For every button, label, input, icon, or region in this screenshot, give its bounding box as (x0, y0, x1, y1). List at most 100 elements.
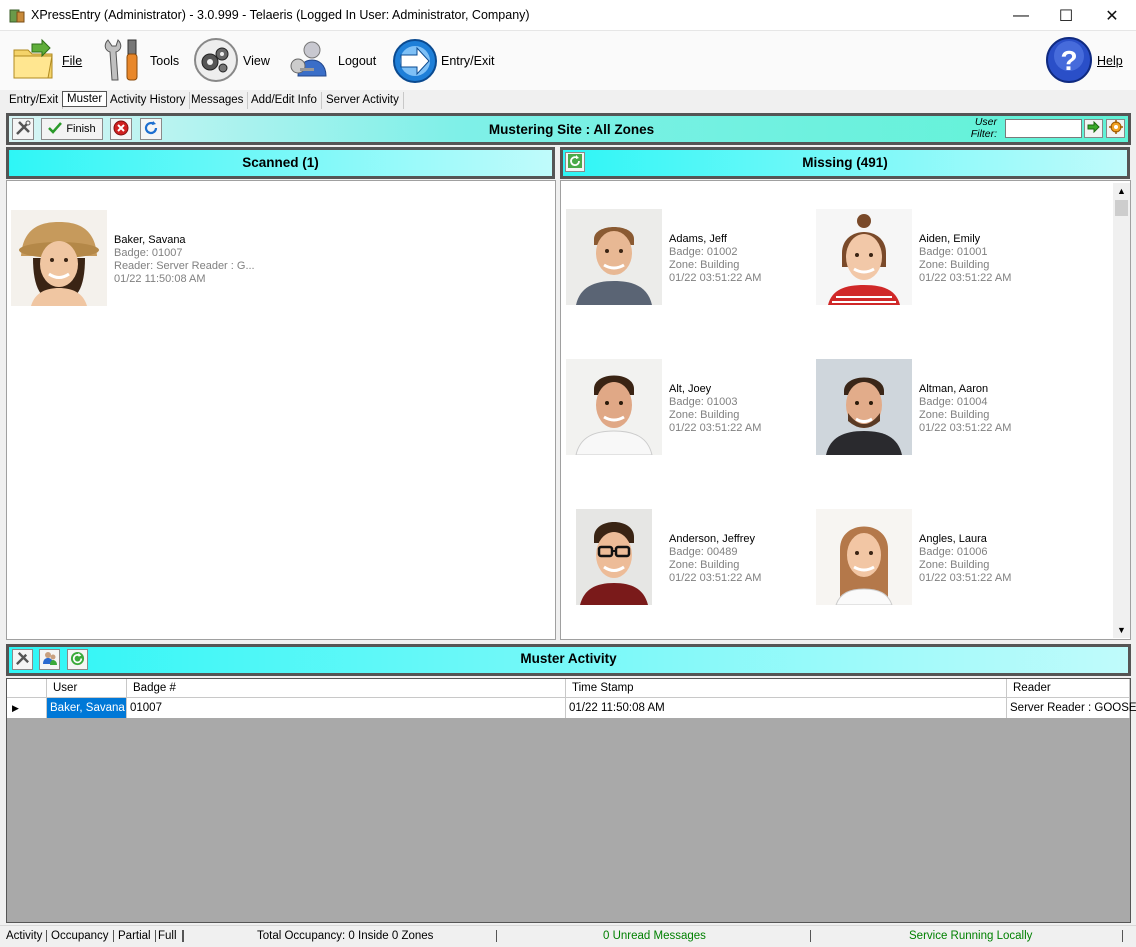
row-selector-arrow-icon[interactable]: ▶ (7, 698, 47, 718)
entry-arrow-icon (391, 35, 439, 88)
person-badge: Badge: 01002 (669, 246, 738, 258)
status-occupancy: Total Occupancy: 0 Inside 0 Zones (257, 930, 434, 942)
cell-timestamp[interactable]: 01/22 11:50:08 AM (566, 698, 1007, 718)
orange-gear-icon (1108, 120, 1123, 137)
person-timestamp: 01/22 03:51:22 AM (669, 422, 762, 434)
status-tab-full[interactable]: Full (158, 930, 183, 942)
entry-exit-button[interactable]: Entry/Exit (391, 35, 495, 87)
missing-person-card[interactable]: Angles, Laura Badge: 01006 Zone: Buildin… (816, 509, 1066, 609)
person-zone: Zone: Building (919, 409, 990, 421)
scroll-up-arrow-icon[interactable]: ▲ (1113, 183, 1130, 199)
green-arrow-icon (1087, 120, 1100, 136)
status-tab-activity[interactable]: Activity (6, 930, 48, 942)
green-refresh-icon (70, 651, 85, 669)
status-bar: Activity Occupancy Partial Full Total Oc… (0, 925, 1136, 947)
clear-filter-button[interactable] (1106, 119, 1125, 138)
cell-reader[interactable]: Server Reader : GOOSE (1007, 698, 1136, 718)
row-header-corner (7, 679, 47, 698)
finish-button[interactable]: Finish (41, 118, 103, 140)
window-title: XPressEntry (Administrator) - 3.0.999 - … (31, 8, 530, 22)
help-icon: ? (1045, 36, 1093, 87)
help-button[interactable]: ? Help (1045, 35, 1123, 87)
person-badge: Badge: 01003 (669, 396, 738, 408)
person-name: Altman, Aaron (919, 383, 989, 395)
logout-button[interactable]: Logout (286, 35, 376, 87)
minimize-button[interactable]: — (998, 0, 1044, 31)
missing-title: Missing (491) (802, 155, 888, 170)
logout-label: Logout (338, 54, 377, 68)
status-tab-occupancy[interactable]: Occupancy (51, 930, 114, 942)
user-logout-icon (286, 36, 334, 87)
person-badge: Badge: 01001 (919, 246, 988, 258)
person-photo (816, 359, 912, 455)
scanned-person-card[interactable]: Baker, Savana Badge: 01007 Reader: Serve… (11, 210, 261, 310)
status-tab-partial[interactable]: Partial (118, 930, 156, 942)
muster-activity-title: Muster Activity (520, 651, 617, 666)
scroll-down-arrow-icon[interactable]: ▼ (1113, 622, 1130, 638)
activity-users-button[interactable] (39, 649, 60, 670)
close-window-button[interactable]: ✕ (1089, 0, 1135, 31)
person-name: Alt, Joey (669, 383, 712, 395)
person-reader: Reader: Server Reader : G... (114, 260, 255, 272)
user-filter-label: User Filter: (970, 116, 997, 140)
column-header-timestamp[interactable]: Time Stamp (566, 679, 1007, 698)
person-name: Aiden, Emily (919, 233, 981, 245)
missing-scrollbar[interactable]: ▲ ▼ (1113, 183, 1130, 638)
refresh-muster-button[interactable] (140, 118, 162, 140)
muster-activity-bar: Muster Activity (6, 644, 1131, 676)
person-timestamp: 01/22 03:51:22 AM (919, 572, 1012, 584)
app-icon (9, 8, 25, 24)
missing-person-card[interactable]: Aiden, Emily Badge: 01001 Zone: Building… (816, 209, 1066, 309)
cancel-muster-button[interactable] (110, 118, 132, 140)
maximize-button[interactable]: ☐ (1043, 0, 1089, 31)
help-label: Help (1097, 54, 1123, 68)
person-zone: Zone: Building (669, 409, 740, 421)
column-header-reader[interactable]: Reader (1007, 679, 1130, 698)
person-badge: Badge: 01007 (114, 247, 183, 259)
apply-filter-button[interactable] (1084, 119, 1103, 138)
wrench-icon (100, 36, 146, 87)
user-filter-input[interactable] (1005, 119, 1082, 138)
tab-add-edit-info[interactable]: Add/Edit Info (247, 92, 322, 109)
person-zone: Zone: Building (669, 259, 740, 271)
tab-server-activity[interactable]: Server Activity (322, 92, 404, 109)
tab-muster[interactable]: Muster (62, 91, 108, 107)
person-zone: Zone: Building (919, 559, 990, 571)
tab-strip: Entry/Exit Muster Activity History Messa… (0, 90, 1136, 110)
file-button[interactable]: File (10, 35, 82, 87)
tab-activity-history[interactable]: Activity History (106, 92, 191, 109)
view-button[interactable]: View (193, 35, 270, 87)
cell-badge[interactable]: 01007 (127, 698, 566, 718)
tab-entry-exit[interactable]: Entry/Exit (5, 92, 64, 109)
status-unread-messages[interactable]: 0 Unread Messages (603, 930, 706, 942)
person-photo (566, 209, 662, 305)
missing-panel: Adams, Jeff Badge: 01002 Zone: Building … (560, 180, 1131, 640)
refresh-missing-button[interactable] (565, 152, 585, 172)
folder-icon (10, 36, 58, 87)
activity-refresh-button[interactable] (67, 649, 88, 670)
status-divider (1122, 930, 1123, 942)
missing-header: Missing (491) (560, 147, 1130, 179)
person-zone: Zone: Building (919, 259, 990, 271)
person-timestamp: 01/22 11:50:08 AM (114, 273, 206, 285)
column-header-badge[interactable]: Badge # (127, 679, 566, 698)
refresh-icon (143, 120, 159, 139)
missing-person-card[interactable]: Alt, Joey Badge: 01003 Zone: Building 01… (566, 359, 816, 459)
scroll-thumb[interactable] (1115, 200, 1128, 216)
cell-user[interactable]: Baker, Savana (47, 698, 127, 718)
person-timestamp: 01/22 03:51:22 AM (669, 572, 762, 584)
activity-settings-button[interactable] (12, 649, 33, 670)
muster-activity-grid: User Badge # Time Stamp Reader ▶ Baker, … (6, 678, 1136, 923)
tab-messages[interactable]: Messages (187, 92, 249, 109)
finish-label: Finish (66, 123, 96, 135)
muster-settings-button[interactable] (12, 118, 34, 140)
missing-person-card[interactable]: Adams, Jeff Badge: 01002 Zone: Building … (566, 209, 816, 309)
missing-person-card[interactable]: Anderson, Jeffrey Badge: 00489 Zone: Bui… (566, 509, 816, 609)
column-header-user[interactable]: User (47, 679, 127, 698)
missing-person-card[interactable]: Altman, Aaron Badge: 01004 Zone: Buildin… (816, 359, 1066, 459)
person-badge: Badge: 01006 (919, 546, 988, 558)
main-toolbar: File Tools View Logout Entry/Exit ? Help (0, 31, 1136, 90)
person-timestamp: 01/22 03:51:22 AM (669, 272, 762, 284)
tools-button[interactable]: Tools (100, 35, 179, 87)
muster-site-title: Mustering Site : All Zones (488, 122, 655, 137)
